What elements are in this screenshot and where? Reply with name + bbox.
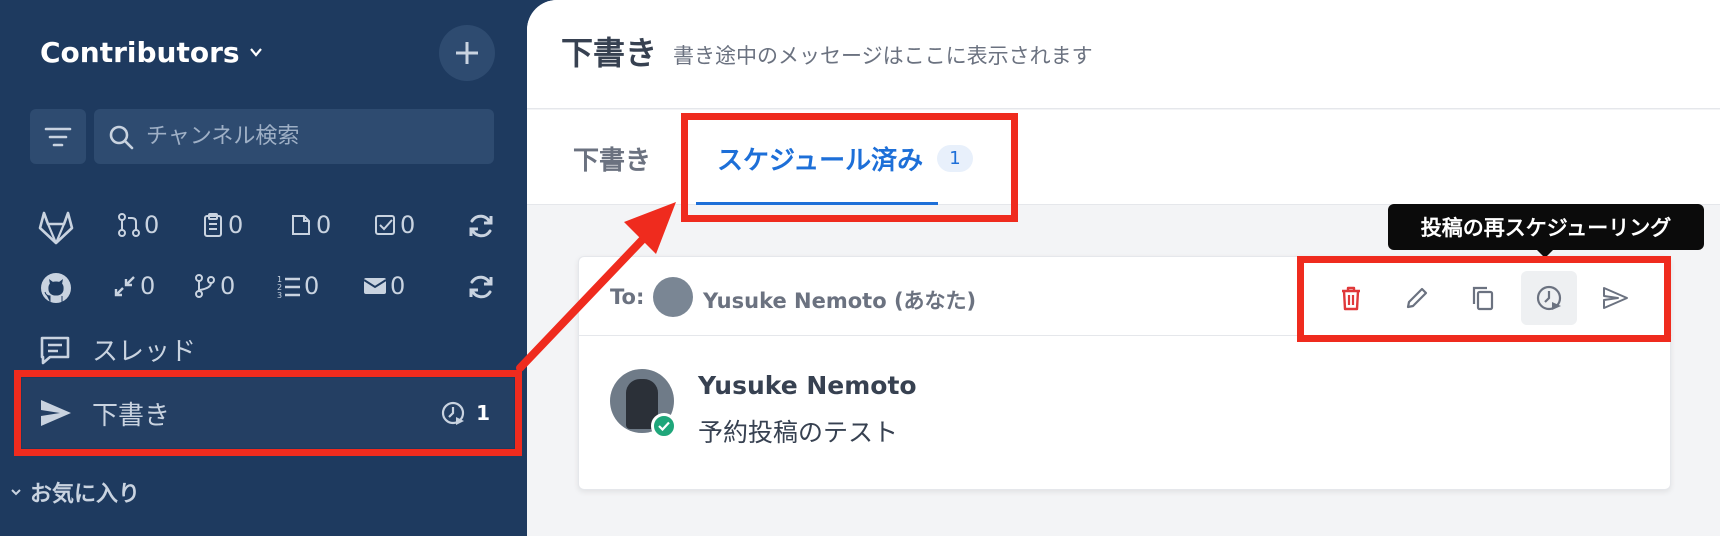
arrows-in-icon [114, 276, 135, 297]
pull-requests-stat[interactable]: 0 [192, 272, 235, 300]
team-name: Contributors [40, 35, 240, 69]
assigned-count: 0 [400, 211, 416, 239]
merge-requests-count: 0 [144, 211, 160, 239]
refresh-icon[interactable] [466, 211, 496, 241]
author-name: Yusuke Nemoto [698, 371, 917, 400]
channel-search[interactable] [94, 109, 494, 164]
notifications-count: 0 [390, 272, 406, 300]
scheduled-tab-highlight-box [681, 113, 1018, 222]
clipboard-icon [204, 213, 222, 237]
todos-stat[interactable]: 0 [288, 211, 331, 239]
reschedule-tooltip: 投稿の再スケジューリング [1388, 204, 1704, 258]
todo-icon [292, 215, 310, 235]
gitlab-icon[interactable] [36, 207, 76, 247]
pull-requests-count: 0 [220, 272, 236, 300]
page-title: 下書き [561, 34, 658, 72]
actions-highlight-box [1297, 256, 1671, 342]
search-icon [109, 125, 134, 149]
message-text: 予約投稿のテスト [698, 418, 899, 447]
review-requests-count: 0 [140, 272, 156, 300]
drafts-highlight-box [14, 370, 522, 456]
tooltip-text: 投稿の再スケジューリング [1420, 216, 1672, 240]
to-label: To: [610, 285, 645, 309]
recipient-avatar [653, 277, 693, 317]
numbered-list-icon: 123 [277, 275, 300, 299]
plus-icon [456, 42, 478, 64]
tab-drafts[interactable]: 下書き [573, 140, 651, 177]
branch-icon [195, 274, 215, 298]
filter-button[interactable] [30, 109, 86, 164]
mail-icon [363, 278, 387, 294]
favorites-label: お気に入り [30, 482, 141, 507]
svg-text:3: 3 [277, 291, 282, 299]
page-header: 下書き 書き途中のメッセージはここに表示されます [527, 0, 1720, 109]
assignments-stat[interactable]: 123 0 [276, 272, 319, 300]
search-input[interactable] [146, 124, 466, 149]
review-requests-stat[interactable]: 0 [112, 272, 155, 300]
refresh-icon[interactable] [466, 272, 496, 302]
todos-count: 0 [316, 211, 332, 239]
add-button[interactable] [439, 25, 495, 81]
sidebar-item-threads[interactable]: スレッド [38, 331, 196, 368]
issues-stat[interactable]: 0 [200, 211, 243, 239]
team-switcher[interactable]: Contributors [40, 30, 264, 74]
gitlab-row: 0 0 0 0 [36, 205, 496, 249]
favorites-section-toggle[interactable]: お気に入り [8, 476, 140, 508]
notifications-stat[interactable]: 0 [362, 272, 405, 300]
issues-count: 0 [228, 211, 244, 239]
thread-icon [40, 336, 70, 364]
online-status-icon [651, 413, 677, 439]
merge-request-icon [118, 213, 140, 237]
filter-icon [44, 127, 72, 146]
assignments-count: 0 [304, 272, 320, 300]
page-subtitle: 書き途中のメッセージはここに表示されます [673, 44, 1093, 68]
merge-requests-stat[interactable]: 0 [116, 211, 159, 239]
github-icon[interactable] [36, 268, 76, 308]
chevron-down-icon [249, 48, 262, 57]
recipient-name: Yusuke Nemoto (あなた) [703, 289, 977, 313]
chevron-down-icon [11, 489, 21, 496]
github-row: 0 0 123 0 0 [36, 266, 496, 310]
sidebar-item-label: スレッド [92, 337, 197, 367]
assigned-stat[interactable]: 0 [372, 211, 415, 239]
checkbox-icon [375, 215, 395, 235]
